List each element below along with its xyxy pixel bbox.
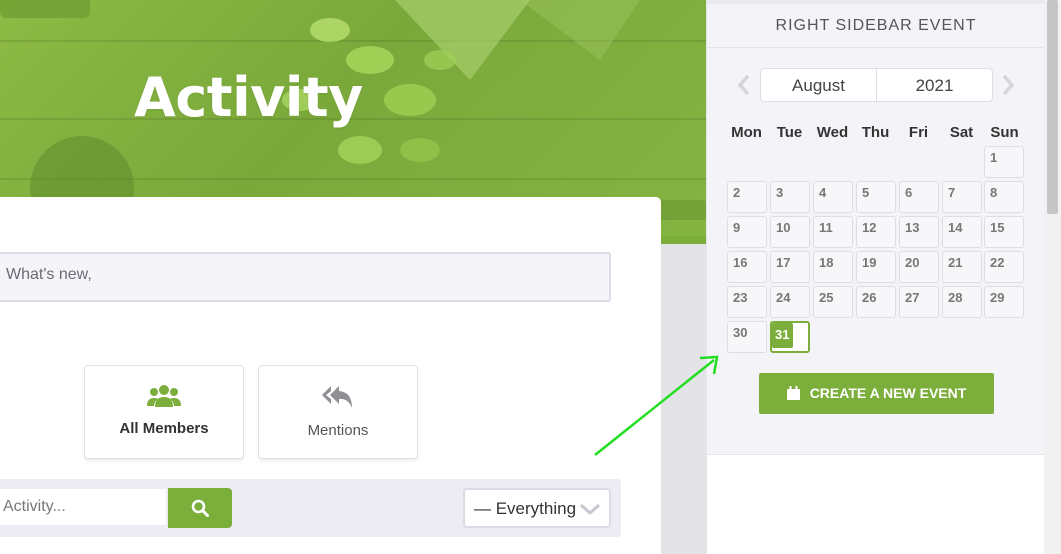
calendar-day[interactable]: 16 — [727, 251, 767, 283]
right-sidebar: RIGHT SIDEBAR EVENT August 2021 Mon Tue … — [706, 0, 1045, 554]
calendar-day[interactable]: 3 — [770, 181, 810, 213]
calendar-day[interactable]: 15 — [984, 216, 1024, 248]
calendar-day[interactable]: 10 — [770, 216, 810, 248]
calendar-day[interactable]: 12 — [856, 216, 896, 248]
activity-filter-bar: Activity... — Everything — [0, 479, 621, 537]
weekday-label: Fri — [908, 124, 929, 141]
calendar-day[interactable]: 28 — [942, 286, 982, 318]
calendar-day[interactable]: 9 — [727, 216, 767, 248]
calendar-day[interactable]: 26 — [856, 286, 896, 318]
sidebar-title: RIGHT SIDEBAR EVENT — [775, 17, 977, 34]
whats-new-input[interactable]: What's new, — [0, 252, 611, 302]
tab-mentions[interactable]: Mentions — [258, 365, 418, 459]
calendar-day[interactable]: 20 — [899, 251, 939, 283]
chevron-left-icon[interactable] — [737, 74, 751, 96]
calendar-day[interactable]: 6 — [899, 181, 939, 213]
tab-label: Mentions — [307, 422, 369, 439]
calendar-day[interactable]: 21 — [942, 251, 982, 283]
search-icon — [191, 499, 209, 517]
sidebar-top-border — [707, 0, 1045, 4]
chevron-right-icon[interactable] — [1001, 74, 1015, 96]
calendar-day[interactable]: 24 — [770, 286, 810, 318]
calendar-day[interactable]: 2 — [727, 181, 767, 213]
event-calendar-widget: RIGHT SIDEBAR EVENT August 2021 Mon Tue … — [707, 0, 1045, 455]
weekday-label: Wed — [816, 124, 849, 141]
calendar-day[interactable]: 25 — [813, 286, 853, 318]
calendar-day[interactable]: 11 — [813, 216, 853, 248]
divider — [707, 47, 1045, 48]
create-event-label: CREATE A NEW EVENT — [809, 385, 967, 401]
calendar-day[interactable]: 18 — [813, 251, 853, 283]
calendar-day[interactable]: 29 — [984, 286, 1024, 318]
weekday-label: Mon — [731, 124, 762, 141]
search-button[interactable] — [168, 488, 232, 528]
calendar-day[interactable]: 27 — [899, 286, 939, 318]
calendar-icon — [786, 386, 800, 400]
calendar-year-select[interactable]: 2021 — [876, 68, 993, 102]
activity-type-select[interactable]: — Everything — [463, 488, 611, 528]
tab-label: All Members — [119, 420, 209, 437]
weekday-label: Sun — [990, 124, 1019, 141]
calendar-day[interactable]: 19 — [856, 251, 896, 283]
calendar-day[interactable]: 7 — [942, 181, 982, 213]
calendar-day-today[interactable]: 31 — [770, 321, 810, 353]
calendar-day[interactable]: 30 — [727, 321, 767, 353]
scrollbar-thumb[interactable] — [1047, 0, 1058, 214]
calendar-day[interactable]: 5 — [856, 181, 896, 213]
page-title: Activity — [134, 66, 363, 129]
create-event-button[interactable]: CREATE A NEW EVENT — [759, 373, 994, 414]
calendar-day[interactable]: 17 — [770, 251, 810, 283]
calendar-day[interactable]: 4 — [813, 181, 853, 213]
calendar-day[interactable]: 14 — [942, 216, 982, 248]
calendar-day[interactable]: 8 — [984, 181, 1024, 213]
today-label: 31 — [772, 323, 794, 348]
page-scrollbar[interactable] — [1044, 0, 1061, 554]
calendar-day[interactable]: 22 — [984, 251, 1024, 283]
calendar-day[interactable]: 23 — [727, 286, 767, 318]
reply-all-icon — [322, 386, 352, 408]
select-value: — Everything — [474, 499, 577, 518]
weekday-label: Tue — [776, 124, 803, 141]
annotation-arrow-icon — [594, 355, 719, 456]
activity-card: What's new, All Members Mentions Activit… — [0, 197, 661, 554]
weekday-label: Sat — [949, 124, 974, 141]
chevron-down-icon — [580, 503, 600, 516]
tab-all-members[interactable]: All Members — [84, 365, 244, 459]
weekday-label: Thu — [861, 124, 890, 141]
users-icon — [147, 385, 181, 407]
calendar-day[interactable]: 1 — [984, 146, 1024, 178]
calendar-month-select[interactable]: August — [760, 68, 877, 102]
calendar-day[interactable]: 13 — [899, 216, 939, 248]
activity-search-input[interactable]: Activity... — [0, 487, 168, 527]
